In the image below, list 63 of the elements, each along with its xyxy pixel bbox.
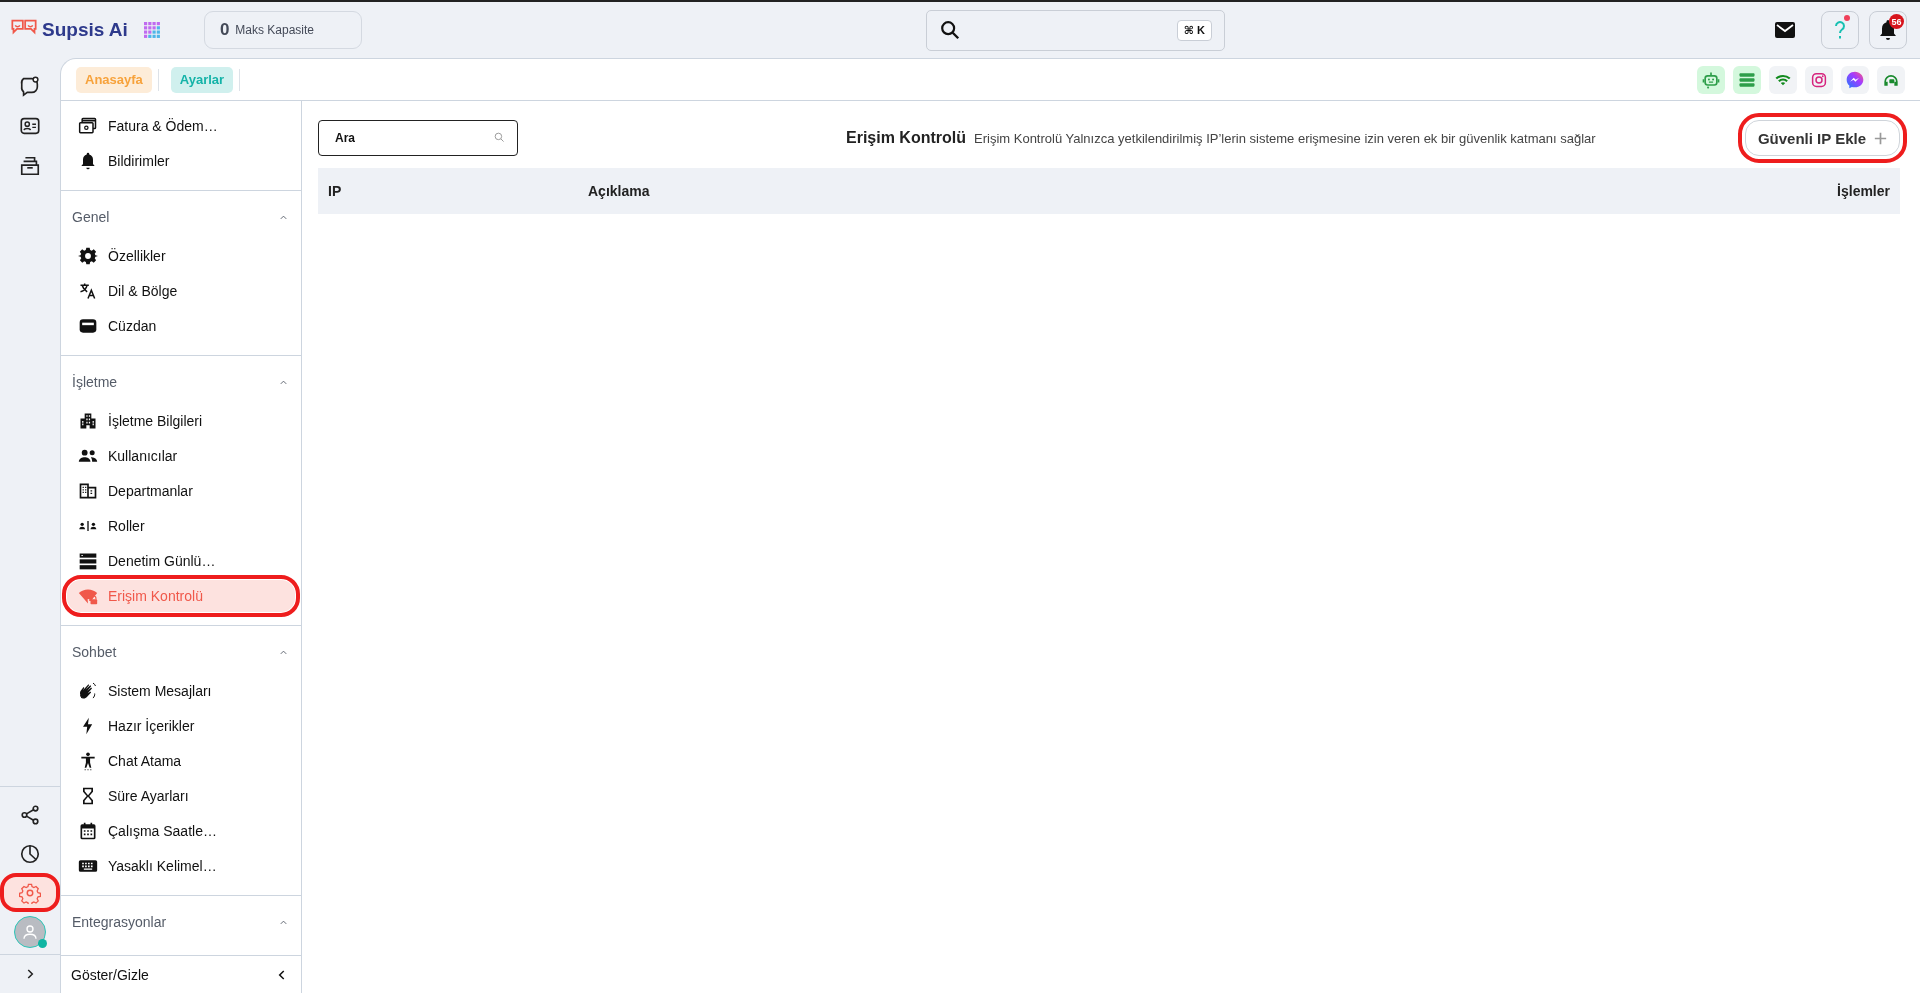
nav-item[interactable]: Denetim Günlü… [67, 545, 295, 577]
search-icon [938, 19, 961, 41]
nav-item[interactable]: Bildirimler [67, 145, 295, 177]
pie-chart-icon [19, 842, 41, 865]
instagram-icon [1810, 70, 1828, 89]
nav-item[interactable]: Cüzdan [67, 310, 295, 342]
capacity-label: Maks Kapasite [235, 23, 315, 37]
section-header[interactable]: Sohbet [61, 632, 301, 672]
notification-badge: 56 [1889, 14, 1904, 29]
global-search-field[interactable]: ⌘ K [925, 9, 1225, 51]
accessibility-person-icon [78, 751, 98, 771]
person-silhouette-icon [21, 923, 39, 941]
calendar-icon [78, 821, 98, 841]
channel-button[interactable] [1769, 65, 1797, 94]
search-field[interactable]: Ara [318, 120, 518, 156]
capacity-count: 0 [219, 20, 230, 40]
office-building-icon [78, 481, 98, 501]
section-header[interactable]: İşletme [61, 362, 301, 402]
inbox-tray-icon [19, 154, 41, 177]
share-icon [19, 803, 41, 826]
notifications-button[interactable]: 56 [1869, 11, 1907, 49]
nav-item[interactable]: Yasaklı Kelimel… [67, 850, 295, 882]
nav-item[interactable]: Çalışma Saatle… [67, 815, 295, 847]
page-title: Erişim Kontrolü [846, 129, 966, 147]
channel-button[interactable] [1697, 65, 1725, 94]
messenger-icon [1845, 69, 1865, 90]
nav-item[interactable]: Dil & Bölge [67, 275, 295, 307]
storage-list-icon [78, 551, 98, 571]
settings-icon [19, 881, 41, 904]
nav-item[interactable]: Fatura & Ödem… [67, 110, 295, 142]
nav-item[interactable]: Süre Ayarları [67, 780, 295, 812]
channel-button[interactable] [1733, 65, 1761, 94]
shortcut-key: ⌘ K [1176, 19, 1212, 41]
user-avatar[interactable] [14, 916, 46, 948]
nav-item[interactable]: İşletme Bilgileri [67, 405, 295, 437]
payment-card-icon [78, 116, 98, 136]
section-header[interactable]: Entegrasyonlar [61, 902, 301, 942]
wifi-lock-icon [78, 586, 98, 606]
apps-grid-icon [143, 21, 161, 39]
channel-button[interactable] [1877, 65, 1905, 94]
channel-button[interactable] [1841, 65, 1869, 94]
nav-item[interactable]: Hazır İçerikler [67, 710, 295, 742]
brand-name: Supsis Ai [42, 19, 128, 41]
page-description: Erişim Kontrolü Yalnızca yetkilendirilmiş IP’lerin sisteme erişmesine izin veren ek bir güvenlik katmanı sağlar [974, 130, 1596, 146]
nav-item[interactable]: Chat Atama [67, 745, 295, 777]
column-header[interactable]: Açıklama [588, 183, 1838, 199]
nav-item[interactable]: Roller [67, 510, 295, 542]
building-icon [78, 411, 98, 431]
column-header[interactable]: İşlemler [1837, 183, 1890, 199]
section-header[interactable]: Genel [61, 197, 301, 237]
channel-button[interactable] [1805, 65, 1833, 94]
nav-item[interactable]: Departmanlar [67, 475, 295, 507]
wallet-icon [78, 316, 98, 336]
translate-icon [78, 281, 98, 301]
chat-bubble-icon [19, 74, 41, 97]
nav-item[interactable]: Sistem Mesajları [67, 675, 295, 707]
column-header[interactable]: IP [328, 183, 588, 199]
nav-item[interactable]: Özellikler [67, 240, 295, 272]
search-icon [493, 131, 506, 144]
nav-item[interactable]: Kullanıcılar [67, 440, 295, 472]
help-button[interactable] [1821, 11, 1859, 49]
gear-icon [78, 246, 98, 266]
waving-hands-icon [78, 681, 98, 701]
